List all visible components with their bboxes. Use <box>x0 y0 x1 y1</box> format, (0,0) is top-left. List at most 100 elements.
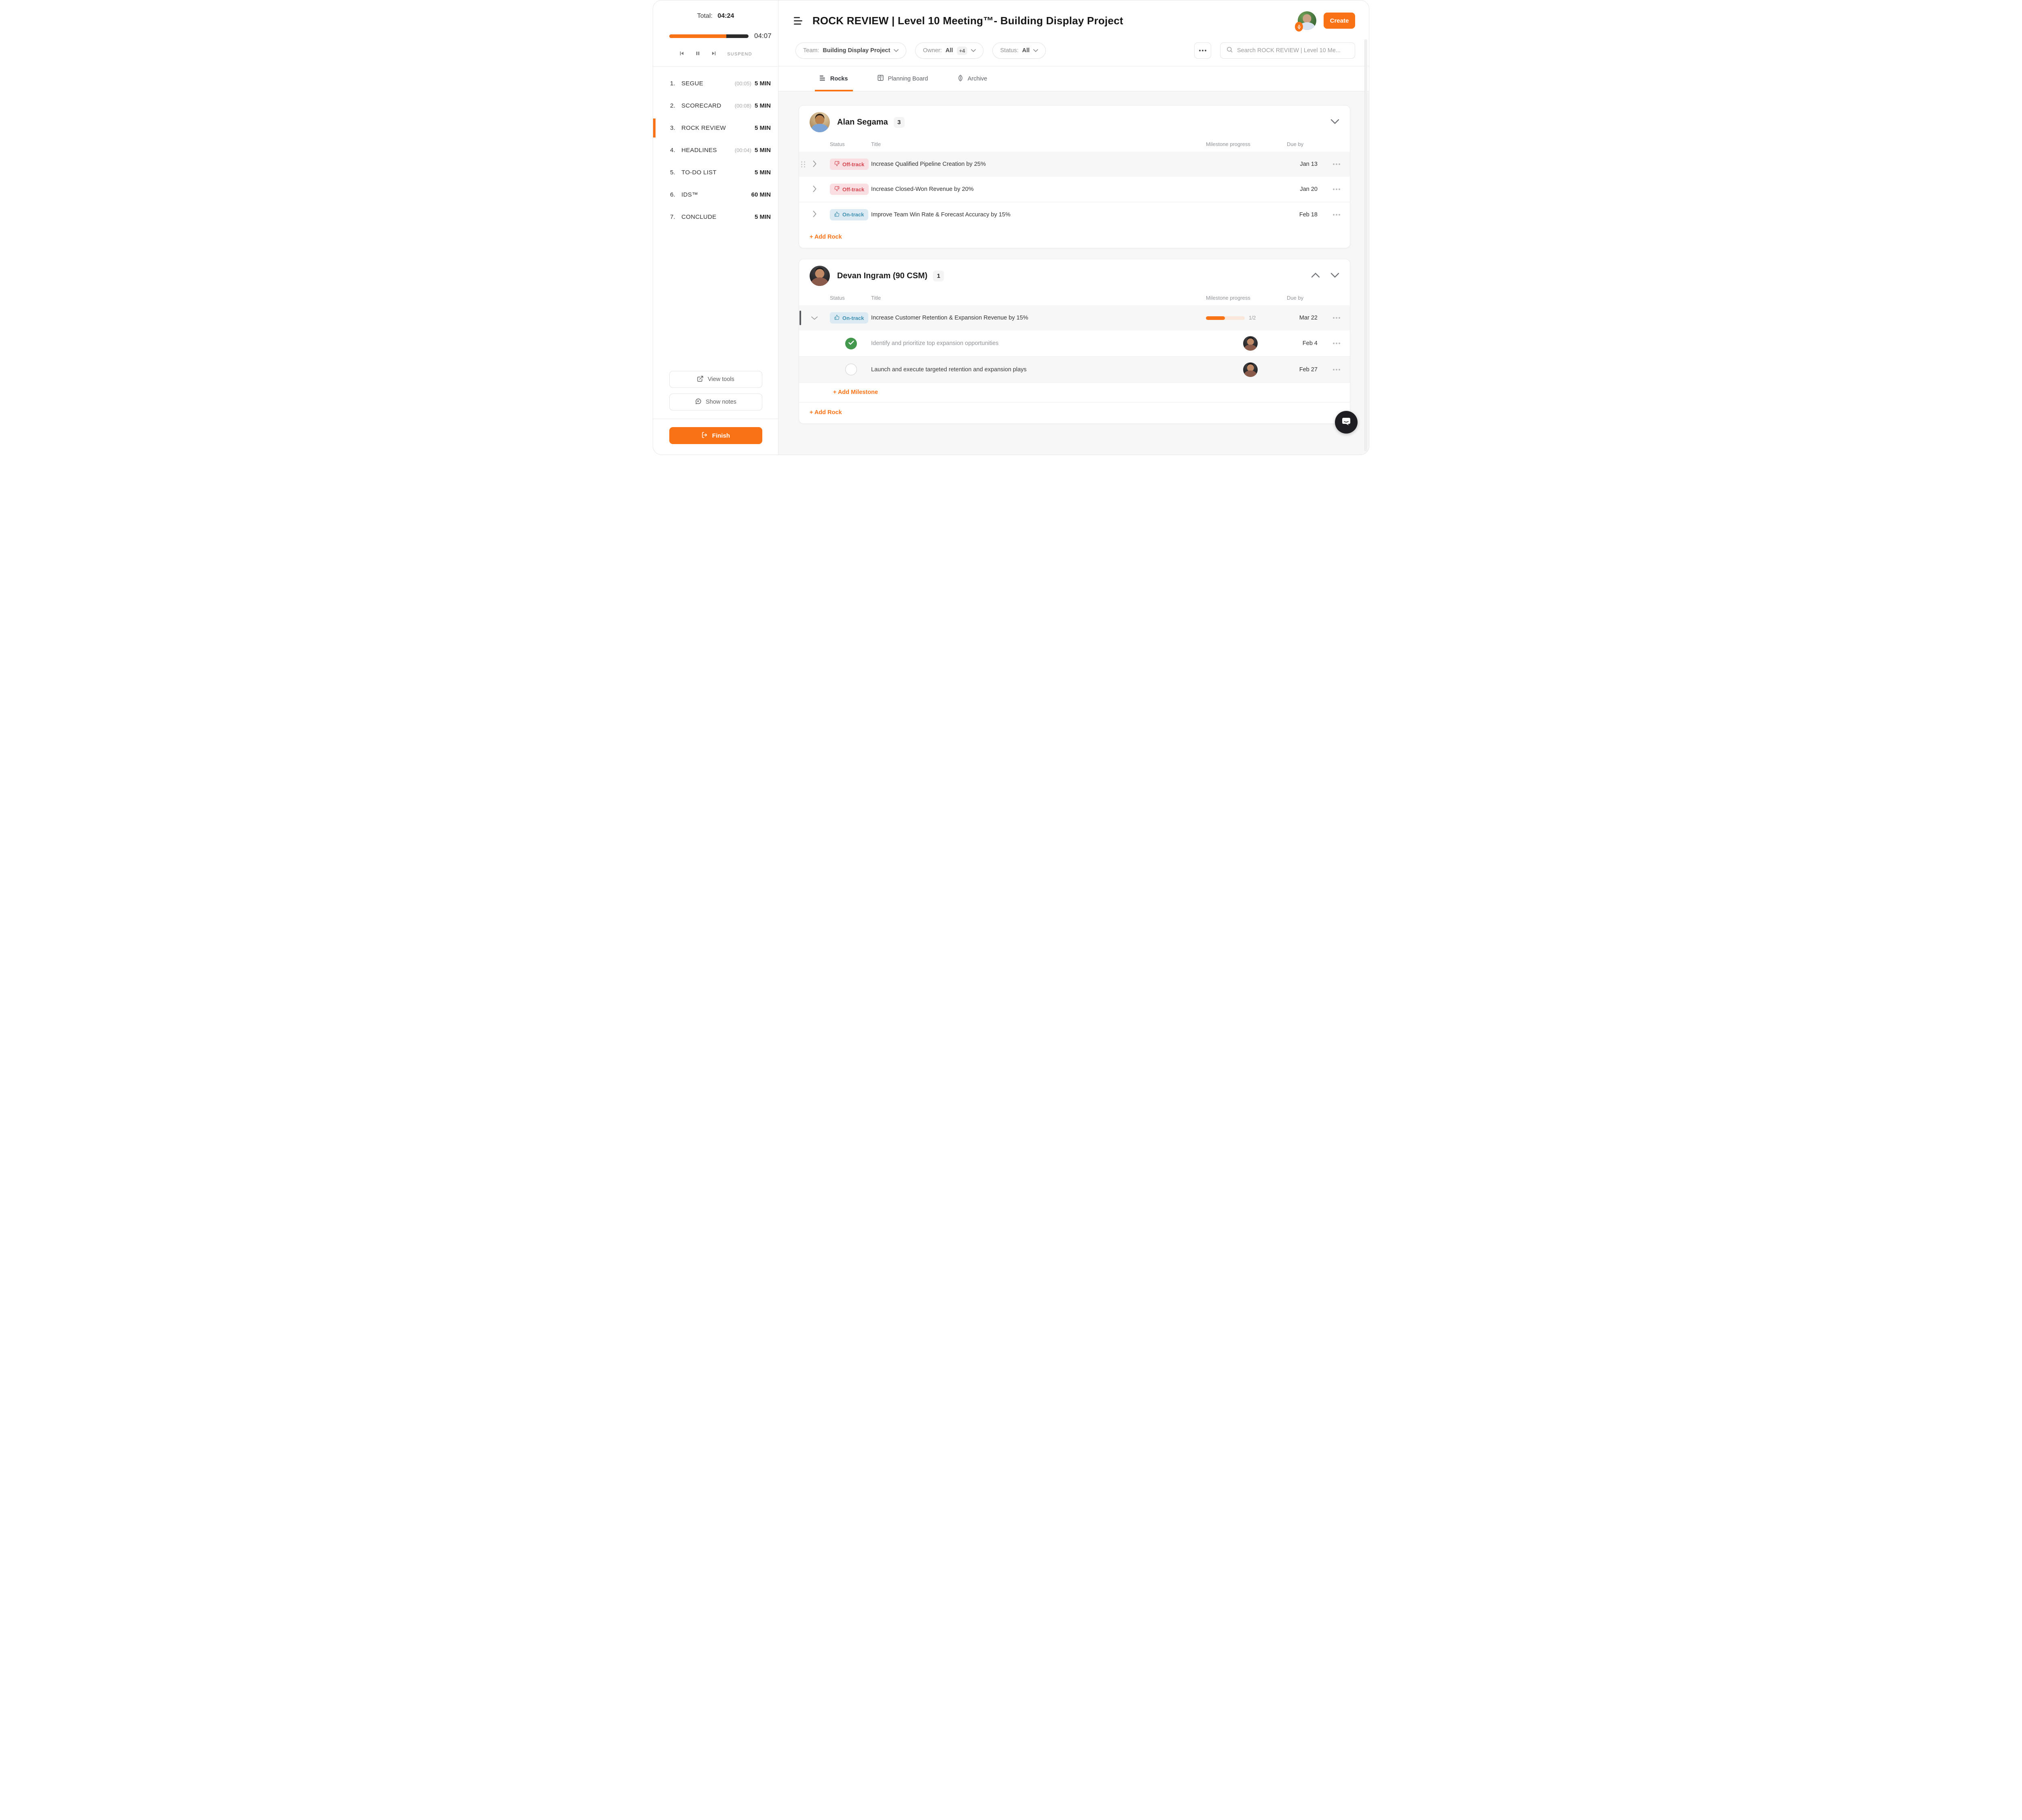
tab-archive[interactable]: Archive <box>957 66 987 91</box>
rock-title[interactable]: Increase Qualified Pipeline Creation by … <box>871 161 1206 167</box>
agenda-item-todo-list[interactable]: 5. TO-DO LIST 5 MIN <box>653 161 778 184</box>
search-input[interactable] <box>1237 47 1349 54</box>
hamburger-icon <box>794 17 800 18</box>
timer-total-value: 04:24 <box>717 13 734 19</box>
milestone-open-checkbox[interactable] <box>845 364 857 375</box>
add-rock-button[interactable]: + Add Rock <box>810 234 842 240</box>
agenda-item-conclude[interactable]: 7. CONCLUDE 5 MIN <box>653 206 778 228</box>
menu-button[interactable] <box>794 17 804 25</box>
milestone-row[interactable]: Identify and prioritize top expansion op… <box>799 330 1350 356</box>
rock-row[interactable]: On-track Improve Team Win Rate & Forecas… <box>799 202 1350 227</box>
collapse-card-button[interactable] <box>1330 119 1339 125</box>
tab-planning-board-label: Planning Board <box>888 76 928 82</box>
rock-row-expanded[interactable]: On-track Increase Customer Retention & E… <box>799 305 1350 330</box>
timer-controls: SUSPEND <box>653 51 778 57</box>
status-badge[interactable]: On-track <box>830 312 868 324</box>
row-menu-icon[interactable] <box>1323 214 1350 216</box>
status-badge-label: Off-track <box>842 161 864 167</box>
avatar-photo <box>1243 362 1258 377</box>
rock-title[interactable]: Increase Closed-Won Revenue by 20% <box>871 186 1206 193</box>
rock-title[interactable]: Increase Customer Retention & Expansion … <box>871 315 1206 321</box>
add-rock-button[interactable]: + Add Rock <box>810 409 842 416</box>
agenda-item-duration: 5 MIN <box>755 169 771 176</box>
drag-handle-icon[interactable] <box>799 161 807 167</box>
rock-due-date: Jan 13 <box>1275 161 1323 167</box>
owner-avatar <box>810 112 830 132</box>
status-badge[interactable]: Off-track <box>830 159 869 170</box>
more-options-icon <box>1199 50 1201 51</box>
add-milestone-button[interactable]: + Add Milestone <box>833 389 878 396</box>
status-badge[interactable]: Off-track <box>830 184 869 195</box>
agenda-item-label: ROCK REVIEW <box>681 125 726 131</box>
vertical-scrollbar[interactable] <box>1364 39 1367 451</box>
milestone-title[interactable]: Identify and prioritize top expansion op… <box>871 340 1206 347</box>
agenda-item-elapsed: (00:08) <box>735 103 751 109</box>
check-icon <box>848 340 854 347</box>
column-title: Title <box>871 136 1206 152</box>
show-notes-label: Show notes <box>706 399 736 405</box>
expand-rock-button[interactable] <box>807 186 822 193</box>
pause-button[interactable] <box>695 51 700 57</box>
chat-bubble-icon <box>1341 416 1352 429</box>
milestone-owner-avatar <box>1243 362 1258 377</box>
view-tools-label: View tools <box>708 376 734 383</box>
agenda-item-ids[interactable]: 6. IDS™ 60 MIN <box>653 184 778 206</box>
expand-rock-button[interactable] <box>807 161 822 168</box>
milestone-row[interactable]: Launch and execute targeted retention an… <box>799 356 1350 382</box>
notes-bubble-icon <box>695 398 702 406</box>
agenda-item-headlines[interactable]: 4. HEADLINES (00:04) 5 MIN <box>653 139 778 161</box>
column-milestone-progress: Milestone progress <box>1206 290 1275 305</box>
agenda-item-segue[interactable]: 1. SEGUE (00:05) 5 MIN <box>653 72 778 95</box>
collapse-rock-button[interactable] <box>807 315 822 321</box>
milestone-title[interactable]: Launch and execute targeted retention an… <box>871 366 1206 373</box>
tab-bar: Rocks Planning Board Archive <box>778 66 1369 91</box>
tab-rocks[interactable]: Rocks <box>820 66 848 91</box>
current-user-avatar[interactable] <box>1298 11 1316 30</box>
rock-count-badge: 3 <box>894 117 905 128</box>
skip-previous-button[interactable] <box>679 51 685 57</box>
rock-row[interactable]: Off-track Increase Closed-Won Revenue by… <box>799 177 1350 202</box>
agenda-item-rock-review[interactable]: 3. ROCK REVIEW 5 MIN <box>653 117 778 139</box>
collapse-card-button[interactable] <box>1330 273 1339 279</box>
row-menu-icon[interactable] <box>1323 188 1350 190</box>
timer-total: Total: 04:24 <box>653 13 778 20</box>
thumbs-up-icon <box>834 315 840 321</box>
thumbs-up-icon <box>834 212 840 218</box>
status-badge[interactable]: On-track <box>830 209 868 220</box>
more-options-button[interactable] <box>1194 42 1211 59</box>
chevron-down-icon <box>1330 273 1339 279</box>
thumbs-down-icon <box>834 161 840 167</box>
row-menu-icon[interactable] <box>1323 163 1350 165</box>
rock-row[interactable]: Off-track Increase Qualified Pipeline Cr… <box>799 152 1350 177</box>
agenda-item-label: CONCLUDE <box>681 214 717 220</box>
agenda-item-scorecard[interactable]: 2. SCORECARD (00:08) 5 MIN <box>653 95 778 117</box>
expand-rock-button[interactable] <box>807 211 822 218</box>
row-menu-icon[interactable] <box>1323 369 1350 370</box>
chevron-right-icon <box>813 186 816 193</box>
owner-card-header: Devan Ingram (90 CSM) 1 <box>799 259 1350 290</box>
tab-planning-board[interactable]: Planning Board <box>877 66 928 91</box>
suspend-button[interactable]: SUSPEND <box>727 52 752 57</box>
show-notes-button[interactable]: Show notes <box>669 394 762 411</box>
skip-next-button[interactable] <box>711 51 717 57</box>
row-menu-icon[interactable] <box>1323 317 1350 319</box>
agenda-item-label: TO-DO LIST <box>681 169 717 176</box>
agenda-item-number: 3. <box>670 125 681 131</box>
move-card-up-button[interactable] <box>1311 273 1320 279</box>
finish-button[interactable]: Finish <box>669 427 762 444</box>
avatar-photo <box>1243 336 1258 351</box>
chevron-right-icon <box>813 161 816 168</box>
drag-indicator[interactable] <box>799 311 801 325</box>
main-panel: ROCK REVIEW | Level 10 Meeting™- Buildin… <box>778 0 1369 455</box>
agenda-item-duration: 5 MIN <box>755 80 771 87</box>
view-tools-button[interactable]: View tools <box>669 371 762 388</box>
rock-due-date: Mar 22 <box>1275 315 1323 321</box>
create-button[interactable]: Create <box>1324 13 1355 29</box>
owner-filter[interactable]: Owner: All +4 <box>915 42 984 59</box>
milestone-done-checkbox[interactable] <box>845 338 857 349</box>
status-filter[interactable]: Status: All <box>992 42 1046 59</box>
rock-title[interactable]: Improve Team Win Rate & Forecast Accurac… <box>871 212 1206 218</box>
team-filter[interactable]: Team: Building Display Project <box>795 42 906 59</box>
row-menu-icon[interactable] <box>1323 343 1350 344</box>
chat-launcher-button[interactable] <box>1335 411 1358 434</box>
